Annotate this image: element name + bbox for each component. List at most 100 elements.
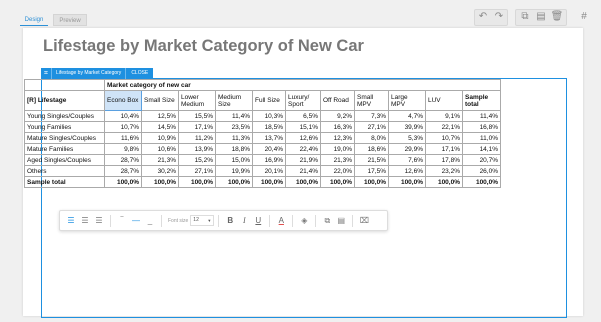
table-cell[interactable]: 9,8% — [104, 143, 142, 155]
table-cell[interactable]: 17,8% — [425, 154, 463, 166]
table-cell[interactable]: 23,5% — [215, 121, 253, 133]
table-cell[interactable]: 18,8% — [215, 143, 253, 155]
tab-design[interactable]: Design — [20, 14, 48, 26]
valign-middle-icon[interactable]: — — [129, 214, 143, 228]
table-cell[interactable]: 20,4% — [252, 143, 286, 155]
table-cell[interactable]: 11,2% — [178, 132, 216, 144]
font-size-select[interactable]: 12 ▼ — [190, 215, 215, 226]
table-cell[interactable]: 22,0% — [320, 165, 355, 177]
table-cell[interactable]: 15,0% — [215, 154, 253, 166]
column-header[interactable]: Luxury/ Sport — [285, 90, 321, 111]
table-cell[interactable]: 7,3% — [354, 110, 389, 122]
underline-button[interactable]: U — [251, 214, 265, 228]
column-header[interactable]: Small Size — [141, 90, 179, 111]
table-cell[interactable]: 9,1% — [425, 110, 463, 122]
table-cell[interactable]: 18,5% — [252, 121, 286, 133]
table-cell[interactable]: 12,6% — [388, 165, 426, 177]
grid-icon[interactable]: # — [577, 10, 591, 24]
close-button[interactable]: CLOSE — [126, 68, 153, 79]
table-cell[interactable]: 10,7% — [425, 132, 463, 144]
table-cell[interactable]: 23,2% — [425, 165, 463, 177]
table-cell[interactable]: 12,5% — [141, 110, 179, 122]
table-cell[interactable]: 28,7% — [104, 154, 142, 166]
table-cell[interactable]: 21,9% — [285, 154, 321, 166]
table-cell[interactable]: 100,0% — [104, 176, 142, 188]
table-cell[interactable]: 6,5% — [285, 110, 321, 122]
table-cell[interactable]: 17,5% — [354, 165, 389, 177]
table-cell[interactable]: 17,1% — [178, 121, 216, 133]
paste-icon[interactable]: ▤ — [534, 10, 548, 24]
table-cell[interactable]: 10,6% — [141, 143, 179, 155]
table-cell[interactable]: 21,3% — [141, 154, 179, 166]
table-cell[interactable]: 22,1% — [425, 121, 463, 133]
table-cell[interactable]: 11,0% — [462, 132, 501, 144]
table-cell[interactable]: 27,1% — [178, 165, 216, 177]
column-header[interactable]: Econo Box — [104, 90, 142, 111]
table-cell[interactable]: 21,5% — [354, 154, 389, 166]
table-cell[interactable]: 19,0% — [320, 143, 355, 155]
table-cell[interactable]: 10,3% — [252, 110, 286, 122]
table-cell[interactable]: 20,1% — [252, 165, 286, 177]
valign-bottom-icon[interactable]: _ — [143, 214, 157, 228]
table-cell[interactable]: 8,0% — [354, 132, 389, 144]
table-cell[interactable]: 16,9% — [252, 154, 286, 166]
drag-handle-icon[interactable]: ⌗ — [41, 68, 52, 79]
paste-format-icon[interactable]: ▤ — [334, 214, 348, 228]
table-cell[interactable]: 5,3% — [388, 132, 426, 144]
align-center-icon[interactable]: ☰ — [78, 214, 92, 228]
row-label[interactable]: Young Singles/Couples — [24, 110, 105, 122]
table-cell[interactable]: 100,0% — [252, 176, 286, 188]
table-cell[interactable]: 10,9% — [141, 132, 179, 144]
table-cell[interactable]: 100,0% — [388, 176, 426, 188]
table-cell[interactable]: 11,4% — [215, 110, 253, 122]
align-left-icon[interactable]: ☰ — [64, 214, 78, 228]
table-cell[interactable]: 100,0% — [285, 176, 321, 188]
bold-button[interactable]: B — [223, 214, 237, 228]
table-cell[interactable]: 12,6% — [285, 132, 321, 144]
delete-icon[interactable]: 🗑 — [550, 10, 564, 24]
table-cell[interactable]: 12,3% — [320, 132, 355, 144]
font-color-button[interactable]: A — [274, 214, 288, 228]
table-cell[interactable]: 15,5% — [178, 110, 216, 122]
table-cell[interactable]: 10,4% — [104, 110, 142, 122]
tab-preview[interactable]: Preview — [53, 14, 87, 26]
table-cell[interactable]: 4,7% — [388, 110, 426, 122]
column-header[interactable]: Sample total — [462, 90, 501, 111]
table-cell[interactable]: 29,9% — [388, 143, 426, 155]
table-cell[interactable]: 11,3% — [215, 132, 253, 144]
table-cell[interactable]: 100,0% — [425, 176, 463, 188]
table-cell[interactable]: 14,5% — [141, 121, 179, 133]
column-header[interactable]: Large MPV — [388, 90, 426, 111]
table-cell[interactable]: 20,7% — [462, 154, 501, 166]
table-cell[interactable]: 18,6% — [354, 143, 389, 155]
table-cell[interactable]: 21,3% — [320, 154, 355, 166]
table-cell[interactable]: 14,1% — [462, 143, 501, 155]
table-cell[interactable]: 27,1% — [354, 121, 389, 133]
table-cell[interactable]: 16,3% — [320, 121, 355, 133]
table-cell[interactable]: 10,7% — [104, 121, 142, 133]
column-header[interactable]: Off Road — [320, 90, 355, 111]
table-cell[interactable]: 100,0% — [215, 176, 253, 188]
table-cell[interactable]: 16,8% — [462, 121, 501, 133]
column-header[interactable]: Lower Medium — [178, 90, 216, 111]
redo-icon[interactable]: ↷ — [492, 10, 506, 24]
table-cell[interactable]: 22,4% — [285, 143, 321, 155]
table-cell[interactable]: 15,1% — [285, 121, 321, 133]
table-cell[interactable]: 11,6% — [104, 132, 142, 144]
table-cell[interactable]: 13,9% — [178, 143, 216, 155]
row-label[interactable]: Aged Singles/Couples — [24, 154, 105, 166]
table-cell[interactable]: 100,0% — [141, 176, 179, 188]
undo-icon[interactable]: ↶ — [476, 10, 490, 24]
row-label[interactable]: Mature Families — [24, 143, 105, 155]
table-cell[interactable]: 100,0% — [320, 176, 355, 188]
column-header[interactable]: LUV — [425, 90, 463, 111]
table-cell[interactable]: 28,7% — [104, 165, 142, 177]
duplicate-icon[interactable]: ⧉ — [518, 10, 532, 24]
table-cell[interactable]: 26,0% — [462, 165, 501, 177]
table-cell[interactable]: 100,0% — [462, 176, 501, 188]
column-header[interactable]: Medium Size — [215, 90, 253, 111]
table-cell[interactable]: 9,2% — [320, 110, 355, 122]
table-cell[interactable]: 19,9% — [215, 165, 253, 177]
table-cell[interactable]: 21,4% — [285, 165, 321, 177]
column-header[interactable]: Small MPV — [354, 90, 389, 111]
